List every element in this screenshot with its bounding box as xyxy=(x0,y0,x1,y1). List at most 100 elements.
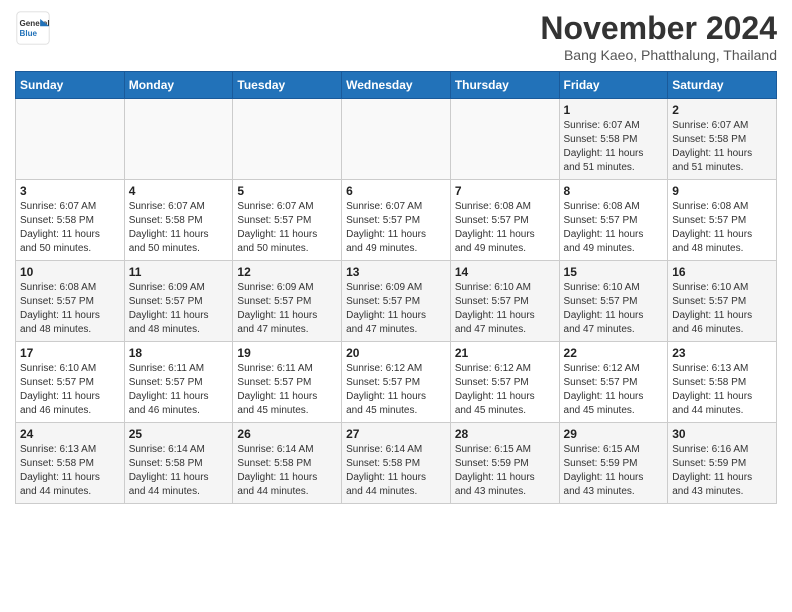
day-info: Sunrise: 6:08 AMSunset: 5:57 PMDaylight:… xyxy=(20,281,120,337)
calendar-cell: 14 Sunrise: 6:10 AMSunset: 5:57 PMDayligh… xyxy=(450,261,559,342)
day-info: Sunrise: 6:07 AMSunset: 5:58 PMDaylight:… xyxy=(564,119,664,175)
calendar-cell: 16 Sunrise: 6:10 AMSunset: 5:57 PMDayligh… xyxy=(668,261,777,342)
day-info: Sunrise: 6:09 AMSunset: 5:57 PMDaylight:… xyxy=(237,281,337,337)
calendar-cell xyxy=(450,99,559,180)
day-number: 25 xyxy=(129,427,229,441)
calendar-cell: 5 Sunrise: 6:07 AMSunset: 5:57 PMDaylight… xyxy=(233,180,342,261)
day-info: Sunrise: 6:14 AMSunset: 5:58 PMDaylight:… xyxy=(129,443,229,499)
day-number: 3 xyxy=(20,184,120,198)
day-info: Sunrise: 6:07 AMSunset: 5:57 PMDaylight:… xyxy=(346,200,446,256)
calendar-cell: 18 Sunrise: 6:11 AMSunset: 5:57 PMDayligh… xyxy=(124,342,233,423)
day-number: 28 xyxy=(455,427,555,441)
calendar-cell: 24 Sunrise: 6:13 AMSunset: 5:58 PMDayligh… xyxy=(16,423,125,504)
day-info: Sunrise: 6:10 AMSunset: 5:57 PMDaylight:… xyxy=(20,362,120,418)
day-info: Sunrise: 6:13 AMSunset: 5:58 PMDaylight:… xyxy=(20,443,120,499)
day-number: 10 xyxy=(20,265,120,279)
calendar-table: SundayMondayTuesdayWednesdayThursdayFrid… xyxy=(15,71,777,504)
svg-text:Blue: Blue xyxy=(20,29,38,38)
day-info: Sunrise: 6:15 AMSunset: 5:59 PMDaylight:… xyxy=(564,443,664,499)
calendar-cell: 21 Sunrise: 6:12 AMSunset: 5:57 PMDayligh… xyxy=(450,342,559,423)
day-info: Sunrise: 6:12 AMSunset: 5:57 PMDaylight:… xyxy=(564,362,664,418)
calendar-cell: 25 Sunrise: 6:14 AMSunset: 5:58 PMDayligh… xyxy=(124,423,233,504)
day-number: 18 xyxy=(129,346,229,360)
day-info: Sunrise: 6:10 AMSunset: 5:57 PMDaylight:… xyxy=(564,281,664,337)
day-info: Sunrise: 6:07 AMSunset: 5:58 PMDaylight:… xyxy=(129,200,229,256)
calendar-cell: 9 Sunrise: 6:08 AMSunset: 5:57 PMDaylight… xyxy=(668,180,777,261)
calendar-cell xyxy=(124,99,233,180)
day-number: 30 xyxy=(672,427,772,441)
day-number: 2 xyxy=(672,103,772,117)
day-info: Sunrise: 6:08 AMSunset: 5:57 PMDaylight:… xyxy=(564,200,664,256)
calendar-cell: 15 Sunrise: 6:10 AMSunset: 5:57 PMDayligh… xyxy=(559,261,668,342)
day-number: 12 xyxy=(237,265,337,279)
day-number: 20 xyxy=(346,346,446,360)
day-number: 21 xyxy=(455,346,555,360)
calendar-cell: 26 Sunrise: 6:14 AMSunset: 5:58 PMDayligh… xyxy=(233,423,342,504)
calendar-week-row: 17 Sunrise: 6:10 AMSunset: 5:57 PMDayligh… xyxy=(16,342,777,423)
calendar-cell: 11Sunrise: 6:09 AMSunset: 5:57 PMDayligh… xyxy=(124,261,233,342)
weekday-header: Friday xyxy=(559,72,668,99)
day-info: Sunrise: 6:13 AMSunset: 5:58 PMDaylight:… xyxy=(672,362,772,418)
calendar-cell: 12 Sunrise: 6:09 AMSunset: 5:57 PMDayligh… xyxy=(233,261,342,342)
day-info: Sunrise: 6:08 AMSunset: 5:57 PMDaylight:… xyxy=(672,200,772,256)
calendar-week-row: 1 Sunrise: 6:07 AMSunset: 5:58 PMDaylight… xyxy=(16,99,777,180)
weekday-header: Tuesday xyxy=(233,72,342,99)
day-number: 23 xyxy=(672,346,772,360)
day-number: 22 xyxy=(564,346,664,360)
calendar-week-row: 3 Sunrise: 6:07 AMSunset: 5:58 PMDaylight… xyxy=(16,180,777,261)
day-number: 6 xyxy=(346,184,446,198)
day-info: Sunrise: 6:07 AMSunset: 5:57 PMDaylight:… xyxy=(237,200,337,256)
day-info: Sunrise: 6:09 AMSunset: 5:57 PMDaylight:… xyxy=(129,281,229,337)
day-number: 1 xyxy=(564,103,664,117)
day-number: 9 xyxy=(672,184,772,198)
day-number: 26 xyxy=(237,427,337,441)
calendar-cell: 2 Sunrise: 6:07 AMSunset: 5:58 PMDaylight… xyxy=(668,99,777,180)
calendar-week-row: 24 Sunrise: 6:13 AMSunset: 5:58 PMDayligh… xyxy=(16,423,777,504)
calendar-cell: 28Sunrise: 6:15 AMSunset: 5:59 PMDayligh… xyxy=(450,423,559,504)
day-info: Sunrise: 6:14 AMSunset: 5:58 PMDaylight:… xyxy=(346,443,446,499)
day-info: Sunrise: 6:14 AMSunset: 5:58 PMDaylight:… xyxy=(237,443,337,499)
day-info: Sunrise: 6:08 AMSunset: 5:57 PMDaylight:… xyxy=(455,200,555,256)
weekday-header: Saturday xyxy=(668,72,777,99)
day-info: Sunrise: 6:16 AMSunset: 5:59 PMDaylight:… xyxy=(672,443,772,499)
day-number: 27 xyxy=(346,427,446,441)
day-number: 24 xyxy=(20,427,120,441)
day-number: 19 xyxy=(237,346,337,360)
calendar-cell xyxy=(342,99,451,180)
calendar-header-row: SundayMondayTuesdayWednesdayThursdayFrid… xyxy=(16,72,777,99)
calendar-cell: 30 Sunrise: 6:16 AMSunset: 5:59 PMDayligh… xyxy=(668,423,777,504)
day-number: 17 xyxy=(20,346,120,360)
day-number: 16 xyxy=(672,265,772,279)
day-number: 29 xyxy=(564,427,664,441)
day-info: Sunrise: 6:12 AMSunset: 5:57 PMDaylight:… xyxy=(346,362,446,418)
weekday-header: Thursday xyxy=(450,72,559,99)
day-info: Sunrise: 6:10 AMSunset: 5:57 PMDaylight:… xyxy=(672,281,772,337)
day-number: 15 xyxy=(564,265,664,279)
calendar-week-row: 10 Sunrise: 6:08 AMSunset: 5:57 PMDayligh… xyxy=(16,261,777,342)
calendar-cell: 27 Sunrise: 6:14 AMSunset: 5:58 PMDayligh… xyxy=(342,423,451,504)
calendar-cell: 10 Sunrise: 6:08 AMSunset: 5:57 PMDayligh… xyxy=(16,261,125,342)
month-title: November 2024 xyxy=(540,10,777,47)
day-info: Sunrise: 6:07 AMSunset: 5:58 PMDaylight:… xyxy=(672,119,772,175)
weekday-header: Wednesday xyxy=(342,72,451,99)
calendar-cell: 6 Sunrise: 6:07 AMSunset: 5:57 PMDaylight… xyxy=(342,180,451,261)
calendar-cell: 7 Sunrise: 6:08 AMSunset: 5:57 PMDaylight… xyxy=(450,180,559,261)
logo-icon: General Blue xyxy=(15,10,51,46)
day-number: 8 xyxy=(564,184,664,198)
calendar-cell: 17 Sunrise: 6:10 AMSunset: 5:57 PMDayligh… xyxy=(16,342,125,423)
day-info: Sunrise: 6:12 AMSunset: 5:57 PMDaylight:… xyxy=(455,362,555,418)
day-info: Sunrise: 6:10 AMSunset: 5:57 PMDaylight:… xyxy=(455,281,555,337)
title-block: November 2024 Bang Kaeo, Phatthalung, Th… xyxy=(540,10,777,63)
calendar-cell: 13Sunrise: 6:09 AMSunset: 5:57 PMDayligh… xyxy=(342,261,451,342)
calendar-cell: 4 Sunrise: 6:07 AMSunset: 5:58 PMDaylight… xyxy=(124,180,233,261)
calendar-cell: 20 Sunrise: 6:12 AMSunset: 5:57 PMDayligh… xyxy=(342,342,451,423)
day-number: 5 xyxy=(237,184,337,198)
day-number: 4 xyxy=(129,184,229,198)
day-info: Sunrise: 6:11 AMSunset: 5:57 PMDaylight:… xyxy=(129,362,229,418)
calendar-cell: 22 Sunrise: 6:12 AMSunset: 5:57 PMDayligh… xyxy=(559,342,668,423)
day-number: 14 xyxy=(455,265,555,279)
calendar-cell: 1 Sunrise: 6:07 AMSunset: 5:58 PMDaylight… xyxy=(559,99,668,180)
calendar-cell xyxy=(16,99,125,180)
day-number: 7 xyxy=(455,184,555,198)
calendar-cell: 29 Sunrise: 6:15 AMSunset: 5:59 PMDayligh… xyxy=(559,423,668,504)
